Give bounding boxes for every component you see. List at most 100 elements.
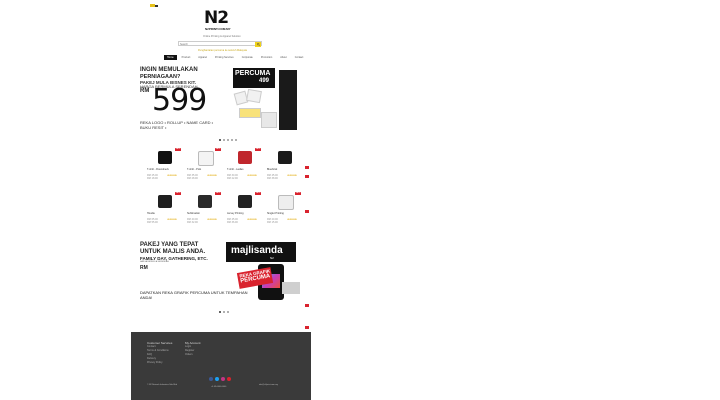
event-slider-dots[interactable]	[219, 311, 229, 313]
logo-card-icon	[246, 88, 262, 104]
side-tab[interactable]	[305, 326, 309, 329]
footer-my-account: My Account Login Register Orders	[185, 341, 201, 357]
footer-phone: +6 03-0000 0000	[211, 386, 227, 388]
sale-badge: SALE	[295, 192, 301, 195]
promo-text: Penghantaran percuma ke seluruh Malaysia	[198, 49, 247, 52]
product-price: RM 38.90	[267, 177, 278, 180]
event-price-label: HARGA BERMULA SERENDAH	[140, 261, 169, 263]
product-card[interactable]: SALE T-shirt - Polo RM 35.00 ★★★★★ RM 28…	[185, 148, 221, 188]
slider-dot[interactable]	[219, 311, 221, 313]
product-price: RM 36.90	[227, 221, 238, 224]
event-currency: RM	[140, 265, 148, 271]
tshirt-icon	[198, 151, 214, 166]
slider-dot[interactable]	[223, 311, 225, 313]
footer-link[interactable]: Privacy Policy	[147, 361, 172, 365]
sale-badge: SALE	[255, 148, 261, 151]
nav-corporate[interactable]: Corporate	[239, 55, 256, 60]
site-logo[interactable]: N2 N2PRINT.COM.MY	[204, 9, 238, 31]
slider-dot[interactable]	[219, 139, 221, 141]
instagram-icon[interactable]	[221, 377, 225, 381]
tshirt-icon	[238, 151, 252, 164]
tshirt-icon	[198, 195, 212, 208]
hero-includes: REKA LOGO • ROLLUP • NAME CARD • BUKU RE…	[140, 120, 214, 130]
facebook-icon[interactable]	[209, 377, 213, 381]
product-name[interactable]: T-shirt - Roundneck	[147, 168, 169, 171]
product-name[interactable]: Jersey Printing	[227, 212, 244, 215]
majlisanda-logo: majlisanda N2	[226, 242, 296, 262]
hero-currency: RM	[140, 88, 150, 94]
sale-badge: SALE	[215, 148, 221, 151]
product-card[interactable]: SALE Hoodie RM 65.00 ★★★★★ RM 55.90	[145, 192, 181, 232]
nav-contact[interactable]: Contact	[292, 55, 307, 60]
logo-mark: N2	[204, 8, 229, 28]
receipt-book-icon	[261, 112, 277, 128]
name-card-icon	[239, 108, 261, 118]
product-rating: ★★★★★	[287, 218, 297, 221]
search-button[interactable]	[255, 42, 261, 47]
majlisanda-sub: N2	[270, 256, 274, 260]
hoodie-icon	[158, 195, 172, 208]
nav-about[interactable]: About	[277, 55, 290, 60]
product-name[interactable]: T-shirt - Polo	[187, 168, 201, 171]
footer-link[interactable]: Orders	[185, 353, 201, 357]
product-rating: ★★★★★	[167, 218, 177, 221]
logo-url: N2PRINT.COM.MY	[205, 27, 231, 31]
device-icon	[282, 282, 300, 294]
sale-badge: SALE	[215, 192, 221, 195]
search-input[interactable]	[179, 42, 255, 46]
product-image	[229, 192, 255, 210]
product-name[interactable]: Bluebrisk	[267, 168, 277, 171]
nav-home[interactable]: Home	[164, 55, 177, 60]
footer-copyright: © N2 Network Industries Sdn Bhd	[147, 384, 177, 386]
product-card[interactable]: Bluebrisk RM 45.00 ★★★★★ RM 38.90	[265, 148, 301, 188]
product-image	[229, 148, 255, 166]
footer-email[interactable]: info@n2print.com.my	[259, 384, 278, 386]
product-name[interactable]: T-shirt - Ladies	[227, 168, 244, 171]
hero-price: 599	[152, 83, 207, 118]
product-rating: ★★★★★	[247, 218, 257, 221]
sale-badge: SALE	[175, 148, 181, 151]
rollup-banner-icon	[279, 70, 297, 130]
search-bar	[178, 41, 262, 47]
language-flag[interactable]	[150, 4, 158, 8]
site-tagline: Online Printing & Apparel Solution	[203, 35, 241, 38]
product-card[interactable]: SALE T-shirt - Ladies RM 30.00 ★★★★★ RM …	[225, 148, 261, 188]
slider-dot[interactable]	[227, 311, 229, 313]
product-price: RM 22.90	[227, 177, 238, 180]
search-icon	[256, 42, 260, 46]
product-name[interactable]: Hoodie	[147, 212, 155, 215]
product-image	[269, 148, 295, 166]
product-card[interactable]: SALE Singlet Printing RM 20.00 ★★★★★ RM …	[265, 192, 301, 232]
majlisanda-word: majlisanda	[231, 245, 283, 256]
singlet-icon	[278, 195, 294, 210]
side-tab[interactable]	[305, 175, 309, 178]
slider-dot[interactable]	[231, 139, 233, 141]
hero-line-1: INGIN MEMULAKAN	[140, 67, 198, 73]
side-tab[interactable]	[305, 166, 309, 169]
social-links	[209, 377, 231, 381]
side-tab[interactable]	[305, 210, 309, 213]
twitter-icon[interactable]	[215, 377, 219, 381]
product-card[interactable]: SALE Sublimation RM 40.00 ★★★★★ RM 32.90	[185, 192, 221, 232]
hero-slider-dots[interactable]	[219, 139, 237, 141]
product-name[interactable]: Singlet Printing	[267, 212, 284, 215]
product-price: RM 15.90	[267, 221, 278, 224]
product-card[interactable]: SALE Jersey Printing RM 45.00 ★★★★★ RM 3…	[225, 192, 261, 232]
slider-dot[interactable]	[235, 139, 237, 141]
nav-product[interactable]: Product	[179, 55, 194, 60]
youtube-icon[interactable]	[227, 377, 231, 381]
product-price: RM 18.90	[147, 177, 158, 180]
jersey-icon	[238, 195, 252, 208]
product-price: RM 32.90	[187, 221, 198, 224]
slider-dot[interactable]	[227, 139, 229, 141]
product-card[interactable]: SALE T-shirt - Roundneck RM 25.00 ★★★★★ …	[145, 148, 181, 188]
nav-printing[interactable]: Printing Services	[212, 55, 237, 60]
nav-promotion[interactable]: Promotion	[258, 55, 275, 60]
nav-apparel[interactable]: Apparel	[195, 55, 210, 60]
percuma-badge: PERCUMA 499	[233, 68, 275, 88]
product-rating: ★★★★★	[207, 218, 217, 221]
event-footnote: DAPATKAN REKA GRAFIK PERCUMA UNTUK TEMPA…	[140, 290, 248, 300]
product-name[interactable]: Sublimation	[187, 212, 200, 215]
product-image	[189, 192, 215, 210]
slider-dot[interactable]	[223, 139, 225, 141]
